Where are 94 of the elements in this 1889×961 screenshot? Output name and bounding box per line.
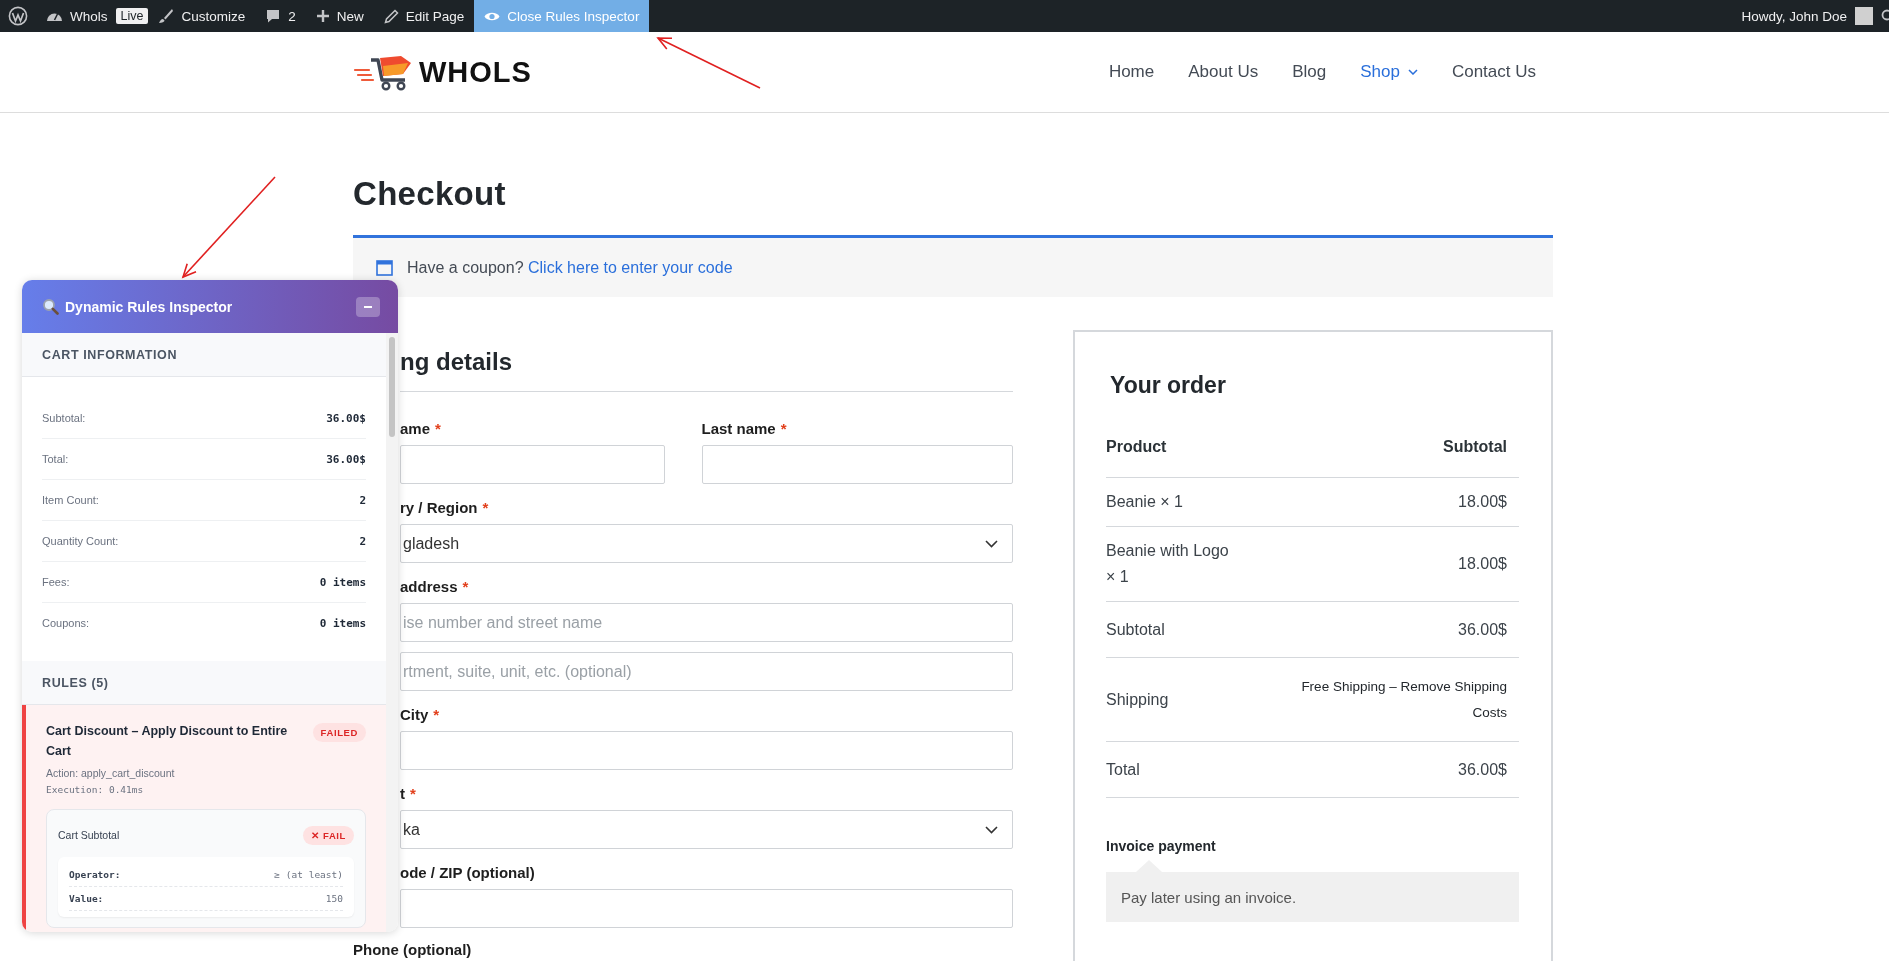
avatar-icon[interactable] <box>1855 7 1873 25</box>
total-label: Subtotal <box>1106 620 1165 639</box>
coupon-link[interactable]: Click here to enter your code <box>528 258 733 276</box>
column-header: Subtotal <box>1443 438 1507 456</box>
chevron-down-icon <box>1407 69 1418 75</box>
scrollbar[interactable] <box>386 333 398 932</box>
detail-value: ≥ (at least) <box>274 869 343 880</box>
section-header: RULES (5) <box>22 661 386 705</box>
info-value: 0 items <box>319 575 366 589</box>
required-mark: * <box>433 705 440 725</box>
condition-name: Cart Subtotal <box>58 828 120 841</box>
info-value: 36.00$ <box>326 452 366 466</box>
greeting-text[interactable]: Howdy, John Doe <box>1741 8 1847 24</box>
info-value: 2 <box>359 493 366 507</box>
plus-icon <box>315 9 330 23</box>
total-label: Total <box>1106 760 1140 779</box>
page-title: Checkout <box>353 175 507 213</box>
window-icon <box>376 259 393 276</box>
nav-link[interactable]: Contact Us <box>1434 62 1553 82</box>
info-value: 36.00$ <box>326 411 366 425</box>
product-name: Beanie × 1 <box>1106 492 1184 512</box>
billing-heading: ng details <box>400 348 514 377</box>
toolbar-link[interactable]: Customize <box>148 0 256 32</box>
minimize-button[interactable] <box>356 296 380 317</box>
comment-icon <box>265 8 282 24</box>
input-field[interactable] <box>400 731 1013 770</box>
chevron-down-icon <box>985 539 998 548</box>
info-label: Quantity Count: <box>42 535 119 547</box>
required-mark: * <box>780 419 787 439</box>
brush-icon <box>158 8 175 24</box>
product-price: 18.00$ <box>1458 493 1507 511</box>
wordpress-logo-icon[interactable] <box>8 6 28 26</box>
detail-label: Operator: <box>69 869 121 880</box>
field-label: City <box>400 705 429 725</box>
total-value: 36.00$ <box>1458 620 1507 639</box>
panel-title: Dynamic Rules Inspector <box>65 298 233 315</box>
detail-value: 150 <box>325 893 343 904</box>
section-header: CART INFORMATION <box>22 333 386 377</box>
detail-label: Value: <box>69 893 104 904</box>
select-field[interactable]: gladesh <box>400 524 1013 563</box>
live-badge: Live <box>115 8 149 24</box>
order-title: Your order <box>1110 372 1227 399</box>
required-mark: * <box>410 784 416 804</box>
info-label: Coupons: <box>42 617 90 629</box>
required-mark: * <box>435 419 441 439</box>
field-label: ode / ZIP (optional) <box>400 863 535 883</box>
required-mark: * <box>482 498 489 518</box>
status-badge: FAILED <box>312 723 366 742</box>
total-value: 36.00$ <box>1458 760 1507 779</box>
input-field[interactable]: ise number and street name <box>400 603 1013 642</box>
comments-link[interactable]: 2 <box>255 0 306 32</box>
minus-icon <box>364 305 372 308</box>
pencil-icon <box>383 8 399 24</box>
payment-method-label[interactable]: Invoice payment <box>1106 838 1519 854</box>
toolbar-link[interactable]: Edit Page <box>373 0 475 32</box>
info-label: Item Count: <box>42 494 99 506</box>
payment-description: Pay later using an invoice. <box>1106 872 1519 922</box>
nav-link[interactable]: Shop <box>1343 62 1435 82</box>
site-name-link[interactable]: Whols <box>36 0 118 32</box>
chevron-down-icon <box>985 825 998 834</box>
total-label: Shipping <box>1106 690 1169 709</box>
coupon-text: Have a coupon? Click here to enter your code <box>407 258 733 277</box>
eye-icon <box>484 10 501 22</box>
info-label: Fees: <box>42 576 70 588</box>
rule-title: Cart Discount – Apply Discount to Entire Cart <box>46 723 289 760</box>
info-label: Total: <box>42 453 69 465</box>
field-label: ame <box>400 419 431 439</box>
field-label: Last name <box>701 419 776 439</box>
nav-link[interactable]: About Us <box>1171 62 1276 82</box>
input-field[interactable] <box>701 445 1013 484</box>
field-label: t <box>400 784 405 804</box>
info-label: Subtotal: <box>42 412 86 424</box>
input-field[interactable]: rtment, suite, unit, etc. (optional) <box>400 652 1013 691</box>
field-label: address <box>400 577 458 597</box>
field-label: Phone (optional) <box>353 941 472 959</box>
nav-link[interactable]: Blog <box>1275 62 1344 82</box>
logo-text[interactable]: WHOLS <box>419 55 532 89</box>
shipping-method: Free Shipping – Remove Shipping Costs <box>1300 677 1507 722</box>
select-field[interactable]: ka <box>400 810 1013 849</box>
input-field[interactable] <box>400 889 1013 928</box>
input-field[interactable] <box>400 445 665 484</box>
field-label: ry / Region <box>400 498 478 518</box>
rule-action: Action: apply_cart_discount <box>46 767 176 779</box>
rule-execution-time: Execution: 0.41ms <box>46 784 145 795</box>
product-price: 18.00$ <box>1458 555 1507 573</box>
status-badge: ✕ FAIL <box>303 826 354 845</box>
column-header: Product <box>1106 438 1167 456</box>
product-name: Beanie with Logo × 1 <box>1106 541 1230 587</box>
magnifier-icon <box>42 298 59 315</box>
nav-link[interactable]: Home <box>1091 62 1172 82</box>
required-mark: * <box>462 577 469 597</box>
info-value: 0 items <box>319 616 366 630</box>
info-value: 2 <box>359 534 366 548</box>
toolbar-link[interactable]: New <box>305 0 374 32</box>
